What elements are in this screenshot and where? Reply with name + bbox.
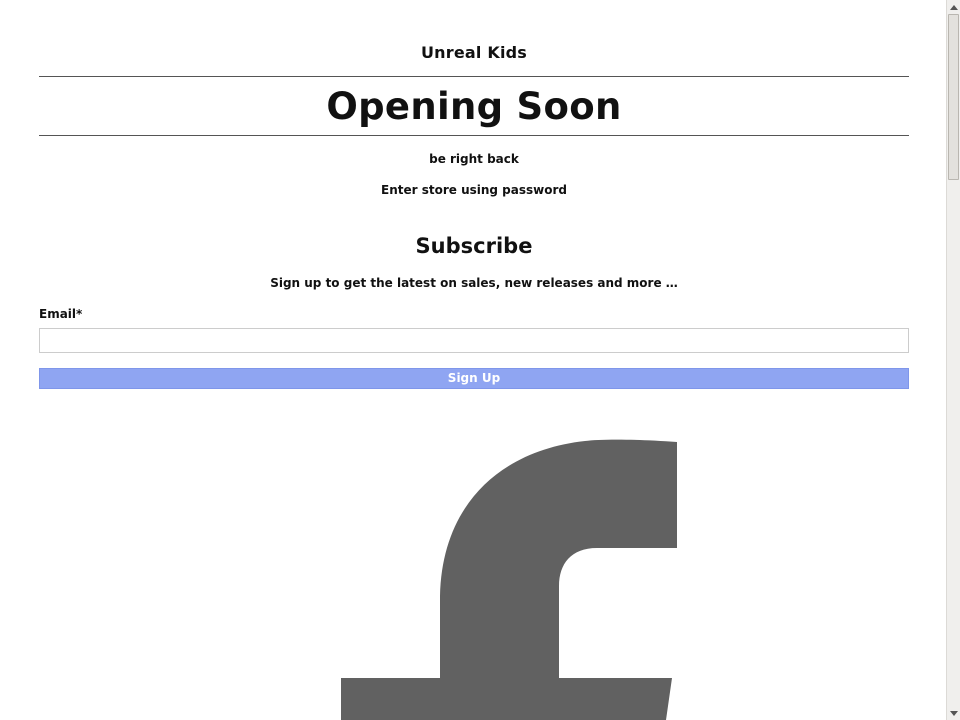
page-title: Opening Soon — [326, 85, 622, 128]
vertical-scrollbar[interactable] — [946, 0, 960, 720]
page-viewport: Unreal Kids Opening Soon be right back E… — [0, 0, 946, 720]
email-field[interactable] — [39, 328, 909, 353]
scroll-down-arrow-icon[interactable] — [947, 706, 960, 720]
sign-up-button[interactable]: Sign Up — [39, 368, 909, 389]
divider-top — [39, 76, 909, 77]
scrollbar-thumb[interactable] — [948, 14, 959, 180]
facebook-link[interactable] — [301, 438, 681, 720]
scroll-up-arrow-icon[interactable] — [947, 0, 960, 14]
store-name[interactable]: Unreal Kids — [39, 43, 909, 62]
enter-password-link[interactable]: Enter store using password — [39, 183, 909, 197]
subscribe-description: Sign up to get the latest on sales, new … — [270, 276, 678, 290]
email-label: Email* — [39, 307, 83, 321]
divider-bottom — [39, 135, 909, 136]
status-message: be right back — [429, 152, 519, 166]
facebook-icon — [341, 439, 677, 720]
subscribe-heading: Subscribe — [415, 234, 533, 258]
